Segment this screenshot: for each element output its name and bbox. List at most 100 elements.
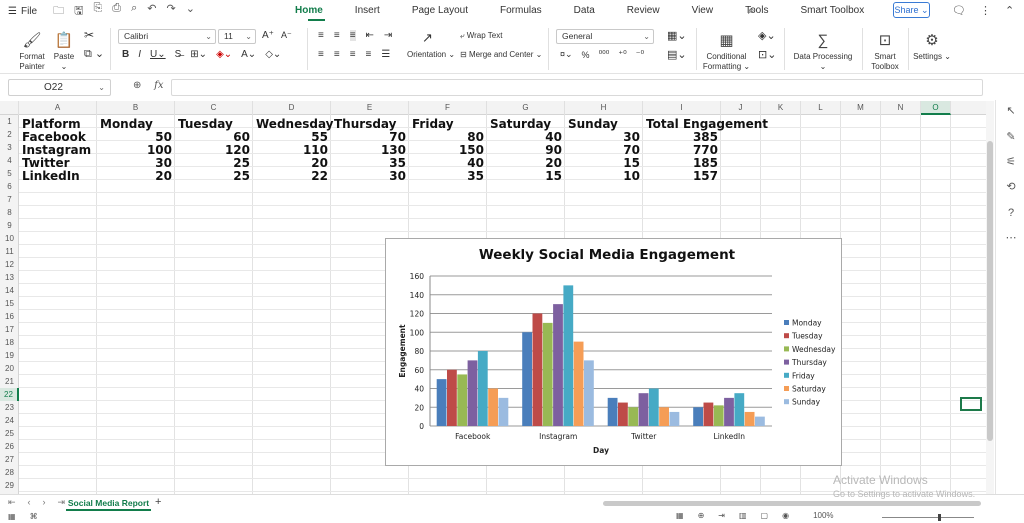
comment-icon[interactable]: 🗨 (952, 0, 966, 22)
table-cell-value[interactable]: 30 (331, 169, 409, 184)
fill-color-icon[interactable]: ◈⌄ (216, 49, 232, 60)
name-box[interactable]: O22 ⌄ (8, 79, 111, 96)
merge-center-button[interactable]: ⊟ Merge and Center ⌄ (460, 50, 542, 59)
format-painter-button[interactable]: 🖌 Format Painter (14, 32, 50, 72)
select-all-corner[interactable] (0, 101, 19, 115)
number-format-select[interactable]: General ⌄ (556, 29, 654, 44)
column-header-G[interactable]: G (487, 101, 565, 115)
column-header-I[interactable]: I (643, 101, 721, 115)
help-icon[interactable]: ? (1004, 206, 1018, 220)
column-header-F[interactable]: F (409, 101, 487, 115)
tab-page-layout[interactable]: Page Layout (396, 0, 484, 22)
strikethrough-icon[interactable]: S̶ (175, 49, 182, 60)
outdent-icon[interactable]: ⇥ (384, 30, 392, 41)
column-header-H[interactable]: H (565, 101, 643, 115)
collapse-ribbon-icon[interactable]: ⌃ (1005, 0, 1014, 22)
row-header-27[interactable]: 27 (0, 453, 19, 466)
tab-smart-toolbox[interactable]: Smart Toolbox (784, 0, 880, 22)
align-center-icon[interactable]: ≡ (334, 49, 340, 60)
column-header-B[interactable]: B (97, 101, 175, 115)
row-header-28[interactable]: 28 (0, 466, 19, 479)
column-header-J[interactable]: J (721, 101, 761, 115)
page-layout-icon[interactable]: ▥ (739, 511, 747, 520)
data-processing-button[interactable]: ∑ Data Processing ⌄ (790, 32, 856, 72)
row-header-22[interactable]: 22 (0, 388, 19, 401)
zoom-slider-knob[interactable] (938, 514, 941, 521)
tab-review[interactable]: Review (611, 0, 676, 22)
column-header-O[interactable]: O (921, 101, 951, 115)
column-header-N[interactable]: N (881, 101, 921, 115)
column-header-A[interactable]: A (19, 101, 97, 115)
table-cell-value[interactable]: 22 (253, 169, 331, 184)
row-header-8[interactable]: 8 (0, 206, 19, 219)
full-screen-icon[interactable]: ▢ (761, 511, 769, 520)
fill-icon[interactable]: ◈⌄ (758, 29, 776, 42)
paste-button[interactable]: 📋 Paste ⌄ (50, 32, 78, 72)
row-header-14[interactable]: 14 (0, 284, 19, 297)
row-header-16[interactable]: 16 (0, 310, 19, 323)
zoom-slider[interactable] (882, 514, 974, 521)
decrease-font-icon[interactable]: A⁻ (281, 30, 292, 41)
undo-icon[interactable]: ↶ (147, 2, 156, 21)
table-cell-value[interactable]: 15 (487, 169, 565, 184)
last-sheet-icon[interactable]: ⇥ (58, 497, 66, 508)
tab-formulas[interactable]: Formulas (484, 0, 558, 22)
print-icon[interactable]: ⎙ (112, 2, 121, 21)
row-header-23[interactable]: 23 (0, 401, 19, 414)
selected-cell[interactable] (960, 397, 982, 411)
row-header-26[interactable]: 26 (0, 440, 19, 453)
row-header-29[interactable]: 29 (0, 479, 19, 492)
align-top-icon[interactable]: ≡ (318, 30, 324, 41)
column-header-K[interactable]: K (761, 101, 801, 115)
increase-font-icon[interactable]: A⁺ (262, 30, 274, 41)
distributed-icon[interactable]: ☰ (381, 49, 390, 60)
row-header-10[interactable]: 10 (0, 232, 19, 245)
row-header-6[interactable]: 6 (0, 180, 19, 193)
justify-icon[interactable]: ≡ (366, 49, 372, 60)
row-header-11[interactable]: 11 (0, 245, 19, 258)
smart-toolbox-button[interactable]: ⊡ Smart Toolbox (868, 32, 902, 72)
tab-view[interactable]: View (676, 0, 730, 22)
row-header-1[interactable]: 1 (0, 115, 19, 128)
row-header-5[interactable]: 5 (0, 167, 19, 180)
export-pdf-icon[interactable]: ⎘ (93, 2, 102, 21)
history-icon[interactable]: ⟲ (1004, 180, 1018, 194)
underline-icon[interactable]: U⌄ (150, 49, 166, 60)
table-cell-label[interactable]: LinkedIn (19, 169, 80, 184)
align-right-icon[interactable]: ≡ (350, 49, 356, 60)
copy-icon[interactable]: ⧉ ⌄ (84, 47, 104, 61)
row-header-17[interactable]: 17 (0, 323, 19, 336)
more-icon[interactable]: ⋮ (980, 0, 991, 22)
row-header-25[interactable]: 25 (0, 427, 19, 440)
adjust-icon[interactable]: ⚟ (1004, 155, 1018, 169)
tab-insert[interactable]: Insert (339, 0, 396, 22)
font-name-select[interactable]: Calibri ⌄ (118, 29, 216, 44)
table-style-icon[interactable]: ▦⌄ (667, 29, 687, 42)
redo-icon[interactable]: ↷ (166, 2, 175, 21)
tab-home[interactable]: Home (294, 0, 339, 22)
table-cell-value[interactable]: 35 (409, 169, 487, 184)
currency-icon[interactable]: ¤⌄ (560, 49, 573, 60)
percent-icon[interactable]: % (582, 50, 590, 60)
column-header-E[interactable]: E (331, 101, 409, 115)
share-button[interactable]: Share ⌄ (893, 2, 930, 18)
first-sheet-icon[interactable]: ⇤ (8, 497, 16, 508)
table-cell-value[interactable]: 10 (565, 169, 643, 184)
bold-icon[interactable]: B (122, 49, 129, 60)
row-header-12[interactable]: 12 (0, 258, 19, 271)
page-break-icon[interactable]: ⊕ (698, 511, 705, 520)
table-cell-value[interactable]: 20 (97, 169, 175, 184)
column-header-M[interactable]: M (841, 101, 881, 115)
horizontal-scrollbar[interactable] (603, 501, 981, 506)
row-header-21[interactable]: 21 (0, 375, 19, 388)
reading-mode-icon[interactable]: ⇥ (718, 511, 725, 520)
wrap-text-button[interactable]: ⤶ Wrap Text (460, 31, 502, 41)
open-folder-icon[interactable]: 🗀 (53, 2, 64, 21)
font-color-icon[interactable]: A⌄ (241, 49, 256, 60)
accessibility-icon[interactable]: ⌘ (30, 512, 38, 521)
format-icon[interactable]: ⊡⌄ (758, 48, 776, 61)
column-header-D[interactable]: D (253, 101, 331, 115)
decrease-decimal-icon[interactable]: ⁻⁰ (636, 49, 644, 60)
table-cell-value[interactable]: 157 (643, 169, 721, 184)
row-header-15[interactable]: 15 (0, 297, 19, 310)
